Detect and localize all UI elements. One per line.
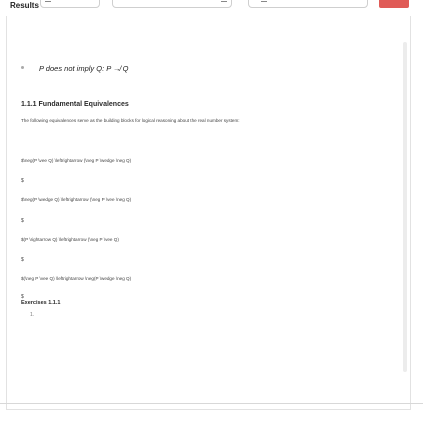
results-toolbar: Results [0, 0, 423, 16]
vertical-scrollbar[interactable] [403, 42, 407, 372]
chevron-down-icon [45, 1, 51, 2]
math-delimiter: $ [21, 257, 24, 263]
intro-paragraph: The following equivalences serve as the … [21, 118, 240, 123]
section-heading: 1.1.1 Fundamental Equivalences [21, 101, 129, 108]
equivalence-line: $(P \rightarrow Q) \leftrightarrow (\neg… [21, 237, 119, 242]
results-title: Results [10, 1, 39, 10]
chevron-down-icon [221, 1, 227, 2]
run-button[interactable] [379, 0, 409, 8]
equivalence-line: $(\neg P \vee Q) \leftrightarrow \neg(P … [21, 276, 132, 281]
exercise-number: 1. [30, 312, 35, 318]
math-delimiter: $ [21, 178, 24, 184]
results-panel: P does not imply Q: P ↛ Q 1.1.1 Fundamen… [6, 16, 411, 410]
toolbar-control-2[interactable] [112, 0, 232, 8]
math-delimiter: $ [21, 218, 24, 224]
exercises-heading: Exercises 1.1.1 [21, 300, 61, 306]
implication-statement: P does not imply Q: P ↛ Q [39, 64, 129, 73]
equivalence-line: $\neg(P \vee Q) \leftrightarrow (\neg P … [21, 158, 132, 163]
equivalence-line: $\neg(P \wedge Q) \leftrightarrow (\neg … [21, 197, 132, 202]
toolbar-control-1[interactable] [40, 0, 100, 8]
bullet-icon [21, 66, 24, 69]
toolbar-control-3[interactable] [248, 0, 368, 8]
chevron-down-icon [261, 1, 267, 2]
divider [0, 403, 423, 404]
